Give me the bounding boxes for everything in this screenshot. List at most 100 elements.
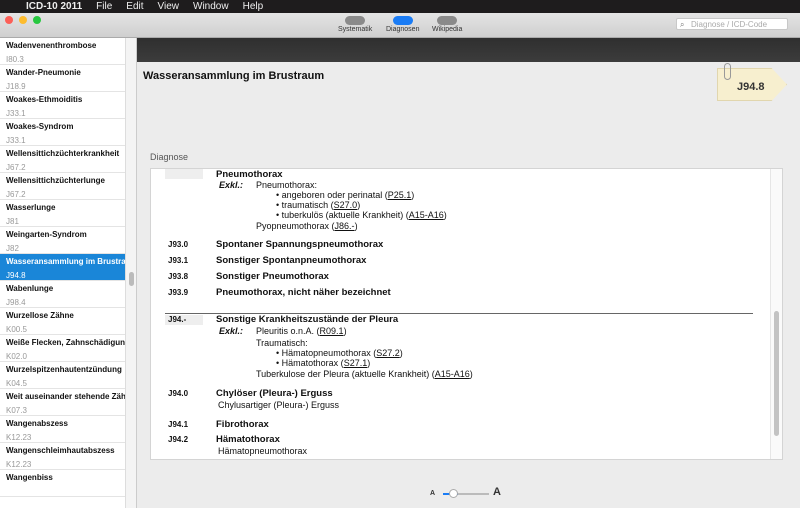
sidebar-item[interactable]: Weiße Flecken, ZahnschädigungK02.0 [0, 335, 125, 362]
paperclip-icon [724, 63, 731, 80]
item-code: J94.8 [6, 271, 125, 280]
item-code: J82 [6, 244, 125, 253]
wikipedia-tag-icon [437, 16, 457, 25]
exkl-bullet: Hämatopneumothorax (S27.2) [276, 348, 403, 358]
code-link[interactable]: J86.- [335, 221, 355, 231]
menu-edit[interactable]: Edit [126, 1, 143, 12]
systematik-button[interactable]: Systematik [338, 16, 372, 33]
code-link[interactable]: R09.1 [320, 326, 344, 336]
sidebar-item[interactable]: WangenschleimhautabszessK12.23 [0, 443, 125, 470]
code-link[interactable]: A15-A16 [435, 369, 470, 379]
close-window-button[interactable] [5, 16, 13, 24]
sidebar-item[interactable]: Wellensittichzüchterlunge J67.2 [0, 173, 125, 200]
sidebar-item[interactable]: Woakes-Ethmoiditis J33.1 [0, 92, 125, 119]
menu-bar: ICD-10 2011 File Edit View Window Help [0, 0, 800, 13]
wikipedia-label: Wikipedia [432, 26, 462, 33]
item-name: Wasseransammlung im Brustraum [6, 257, 125, 266]
zoom-window-button[interactable] [33, 16, 41, 24]
exkl-text: Pneumothorax: [256, 180, 317, 190]
sidebar-item[interactable]: Woakes-SyndromJ33.1 [0, 119, 125, 146]
diagnosen-button[interactable]: Diagnosen [386, 16, 419, 33]
item-code: I80.3 [6, 55, 125, 64]
sidebar-item[interactable]: WangenabszessK12.23 [0, 416, 125, 443]
sidebar-item[interactable]: Weit auseinander stehende ZähneK07.3 [0, 389, 125, 416]
sidebar-item[interactable]: Wabenlunge J98.4 [0, 281, 125, 308]
code: J94.0 [168, 389, 188, 398]
sidebar-item[interactable]: Weingarten-SyndromJ82 [0, 227, 125, 254]
sidebar-scrollbar[interactable] [125, 38, 137, 508]
sidebar-item[interactable]: Wander-Pneumonie J18.9 [0, 65, 125, 92]
menu-app[interactable]: ICD-10 2011 [26, 1, 82, 12]
systematik-label: Systematik [338, 26, 372, 33]
minimize-window-button[interactable] [19, 16, 27, 24]
sidebar-item[interactable]: Wasserlunge J81 [0, 200, 125, 227]
exkl-text: Tuberkulose der Pleura (aktuelle Krankhe… [256, 369, 473, 379]
sidebar-item[interactable]: Wangenbiss [0, 470, 125, 497]
item-code: J18.9 [6, 82, 125, 91]
inclusion-text: Chylusartiger (Pleura-) Erguss [218, 400, 339, 410]
sidebar-item[interactable]: Wurzelspitzenhautentzündung K04.5 [0, 362, 125, 389]
exkl-bullet: Hämatothorax (S27.1) [276, 358, 370, 368]
grid-icon [345, 16, 365, 25]
window-toolbar: Systematik Diagnosen Wikipedia ⌕Diagnose… [0, 13, 800, 38]
code-link[interactable]: P25.1 [388, 190, 412, 200]
exkl-text: Pyopneumothorax (J86.-) [256, 221, 358, 231]
search-placeholder: Diagnose / ICD-Code [691, 20, 767, 29]
item-name: Wellensittichzüchterlunge [6, 176, 125, 185]
item-code: K04.5 [6, 379, 125, 388]
item-name: Wabenlunge [6, 284, 125, 293]
menu-help[interactable]: Help [243, 1, 264, 12]
item-code: J33.1 [6, 109, 125, 118]
search-input[interactable]: ⌕Diagnose / ICD-Code [676, 18, 788, 30]
menu-file[interactable]: File [96, 1, 112, 12]
item-code: J67.2 [6, 163, 125, 172]
sidebar-item[interactable]: Wadenvenenthrombose I80.3 [0, 38, 125, 65]
exkl-label: Exkl.: [219, 326, 243, 336]
scrollbar-thumb[interactable] [774, 311, 779, 436]
menu-view[interactable]: View [158, 1, 180, 12]
sidebar-item[interactable]: WellensittichzüchterkrankheitJ67.2 [0, 146, 125, 173]
diagnosis-title: Pneumothorax, nicht näher bezeichnet [216, 287, 391, 298]
small-font-icon: A [430, 490, 435, 497]
code: J93.9 [168, 288, 188, 297]
code: J94.- [168, 315, 186, 324]
item-name: Wurzelspitzenhautentzündung [6, 365, 125, 374]
item-code: J98.4 [6, 298, 125, 307]
font-size-slider[interactable]: A A [430, 486, 510, 500]
scrollbar-thumb[interactable] [129, 272, 134, 286]
item-name: Wangenbiss [6, 473, 125, 482]
code: J94.2 [168, 435, 188, 444]
diagnosen-label: Diagnosen [386, 26, 419, 33]
large-font-icon: A [493, 486, 501, 498]
content-scrollbar[interactable] [770, 169, 782, 459]
exkl-label: Exkl.: [219, 180, 243, 190]
item-name: Wander-Pneumonie [6, 68, 125, 77]
item-name: Woakes-Ethmoiditis [6, 95, 125, 104]
wikipedia-button[interactable]: Wikipedia [432, 16, 462, 33]
item-code: J81 [6, 217, 125, 226]
code-link[interactable]: S27.2 [376, 348, 400, 358]
sidebar-item[interactable]: Wurzellose ZähneK00.5 [0, 308, 125, 335]
sidebar-item[interactable]: Wasseransammlung im Brustraum J94.8 [0, 254, 125, 281]
code-link[interactable]: A15-A16 [409, 210, 444, 220]
code-link[interactable]: S27.1 [344, 358, 368, 368]
diagnosis-content: Pneumothorax Exkl.: Pneumothorax: angebo… [150, 168, 783, 460]
section-label: Diagnose [150, 152, 188, 162]
slider-knob[interactable] [449, 489, 458, 498]
item-code: K12.23 [6, 433, 125, 442]
slider-track-rest[interactable] [458, 493, 489, 495]
item-name: Wadenvenenthrombose [6, 41, 125, 50]
diagnosis-title: Hämatothorax [216, 434, 280, 445]
exkl-bullet: angeboren oder perinatal (P25.1) [276, 190, 414, 200]
menu-window[interactable]: Window [193, 1, 229, 12]
item-name: Weiße Flecken, Zahnschädigung [6, 338, 125, 347]
item-code: J67.2 [6, 190, 125, 199]
code-link[interactable]: S27.0 [334, 200, 358, 210]
code: J93.0 [168, 240, 188, 249]
item-name: Wasserlunge [6, 203, 125, 212]
exkl-bullet: traumatisch (S27.0) [276, 200, 360, 210]
page-title: Wasseransammlung im Brustraum [143, 70, 324, 82]
exkl-text: Traumatisch: [256, 338, 308, 348]
diagnosis-list: WadenvenenthromboseI80.3Wander-Pneumonie… [0, 38, 125, 508]
toggle-icon [393, 16, 413, 25]
